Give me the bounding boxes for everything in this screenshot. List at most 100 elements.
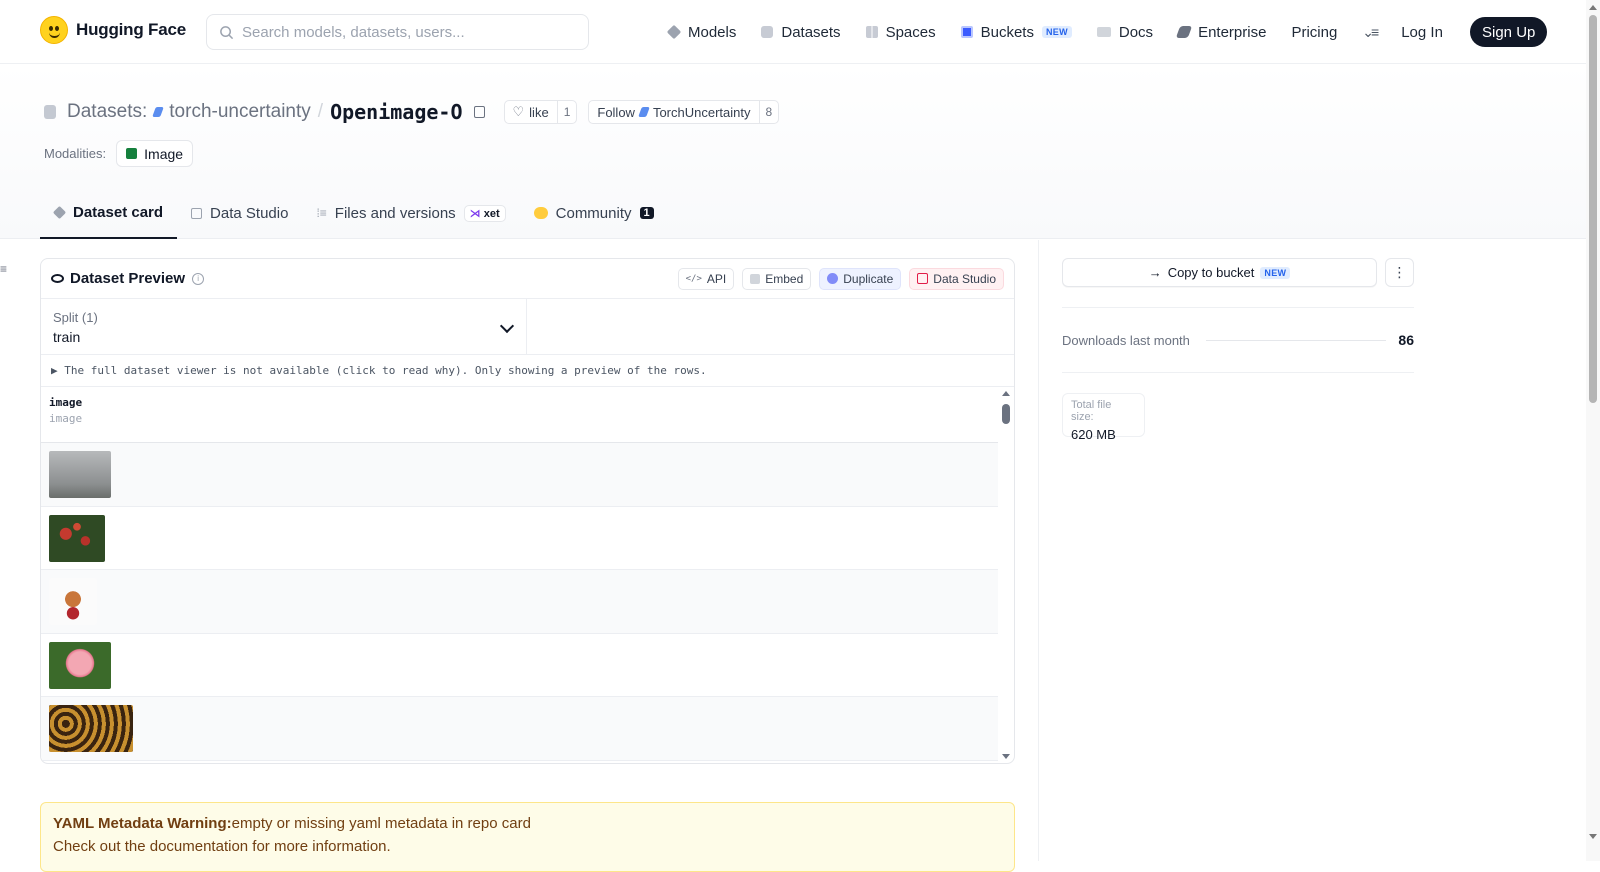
- follow-count: 8: [758, 101, 779, 123]
- more-menu-button[interactable]: ⌄≡: [1362, 23, 1379, 41]
- repo-header: Datasets: torch-uncertainty / Openimage-…: [0, 64, 1586, 239]
- nav-pricing-label: Pricing: [1291, 23, 1338, 41]
- tab-dataset-card[interactable]: Dataset card: [40, 187, 178, 239]
- data-studio-button[interactable]: Data Studio: [909, 267, 1004, 290]
- file-size-value: 620 MB: [1071, 427, 1116, 442]
- table-row[interactable]: [41, 443, 998, 507]
- duplicate-label: Duplicate: [843, 271, 894, 286]
- follow-org: TorchUncertainty: [652, 104, 751, 120]
- table-row[interactable]: [41, 570, 998, 634]
- column-name: image: [49, 396, 83, 409]
- nav-models[interactable]: Models: [666, 23, 737, 41]
- duplicate-button[interactable]: Duplicate: [819, 267, 902, 290]
- table-row[interactable]: [41, 697, 998, 761]
- data-studio-label: Data Studio: [933, 271, 996, 286]
- database-icon: [44, 105, 56, 119]
- more-vertical-icon: ⋮: [1392, 264, 1407, 280]
- api-button[interactable]: </> API: [677, 267, 735, 290]
- database-icon: [761, 26, 774, 38]
- table-row[interactable]: [41, 507, 998, 570]
- split-value: train: [53, 329, 81, 345]
- copy-to-bucket-button[interactable]: → Copy to bucket NEW: [1062, 258, 1377, 287]
- nav-models-label: Models: [688, 23, 737, 41]
- like-label: like: [529, 104, 549, 120]
- more-options-button[interactable]: ⋮: [1385, 258, 1414, 287]
- dataset-preview: Dataset Preview i </> API Embed Duplicate…: [40, 258, 1015, 764]
- nav-spaces-label: Spaces: [885, 23, 936, 41]
- nav-buckets[interactable]: Buckets NEW: [960, 24, 1072, 41]
- split-label: Split (1): [53, 310, 98, 325]
- sidebar-toggle-icon[interactable]: ≡: [0, 262, 7, 276]
- login-link[interactable]: Log In: [1401, 24, 1443, 41]
- nav-spaces[interactable]: Spaces: [865, 23, 936, 41]
- like-button[interactable]: ♡ like 1: [503, 100, 578, 124]
- spaces-icon: [865, 26, 878, 38]
- downloads-sparkline: [1205, 339, 1387, 341]
- viewer-notice[interactable]: ▶ The full dataset viewer is not availab…: [41, 355, 1014, 387]
- embed-icon: [750, 273, 761, 284]
- heart-icon: ♡: [512, 104, 525, 119]
- scroll-down-icon[interactable]: [1002, 754, 1010, 759]
- repo-type-label: Datasets:: [67, 101, 148, 122]
- embed-button[interactable]: Embed: [742, 267, 812, 290]
- nav-pricing[interactable]: Pricing: [1291, 24, 1337, 41]
- table-icon: [191, 207, 203, 219]
- org-icon: [638, 107, 650, 117]
- search-box[interactable]: [206, 14, 589, 50]
- hf-logo[interactable]: Hugging Face: [40, 16, 186, 44]
- search-input[interactable]: [242, 23, 572, 41]
- downloads-label: Downloads last month: [1062, 332, 1190, 348]
- tab-data-studio[interactable]: Data Studio: [177, 187, 302, 239]
- modality-image-chip[interactable]: Image: [116, 140, 194, 167]
- nav-enterprise[interactable]: Enterprise: [1175, 24, 1266, 41]
- downloads-value: 86: [1398, 332, 1414, 348]
- eye-icon: [51, 274, 64, 283]
- image-thumbnail[interactable]: [49, 641, 111, 689]
- repo-owner-link[interactable]: torch-uncertainty: [169, 101, 311, 123]
- tab-files[interactable]: ⁞≡ Files and versions ⋊ xet: [302, 187, 519, 239]
- modality-label: Image: [144, 145, 184, 162]
- scroll-down-icon[interactable]: [1589, 834, 1597, 839]
- info-icon[interactable]: i: [192, 272, 205, 285]
- tab-label: Data Studio: [210, 204, 289, 222]
- cube-icon: [666, 24, 682, 40]
- page-scrollbar-thumb[interactable]: [1589, 15, 1597, 403]
- brand-name: Hugging Face: [76, 20, 186, 39]
- arrow-right-icon: →: [1148, 265, 1162, 280]
- scroll-up-icon[interactable]: [1002, 391, 1010, 396]
- column-header[interactable]: image image: [41, 387, 998, 443]
- menu-icon: ⌄≡: [1362, 23, 1379, 40]
- yaml-warning: YAML Metadata Warning:empty or missing y…: [40, 802, 1015, 872]
- file-size-label: Total file size:: [1071, 399, 1112, 423]
- scrollbar-thumb[interactable]: [1002, 404, 1010, 424]
- image-thumbnail[interactable]: [49, 578, 97, 625]
- preview-header: Dataset Preview i </> API Embed Duplicate…: [41, 259, 1014, 299]
- downloads-row: Downloads last month 86: [1062, 308, 1414, 372]
- signup-button[interactable]: Sign Up: [1470, 17, 1548, 47]
- yaml-warning-title: YAML Metadata Warning:: [53, 815, 232, 832]
- scroll-up-icon[interactable]: [1589, 5, 1597, 10]
- page-scrollbar[interactable]: [1586, 0, 1600, 861]
- org-icon: [152, 107, 165, 117]
- tab-community[interactable]: Community 1: [520, 187, 668, 239]
- tab-label: Dataset card: [73, 203, 164, 221]
- community-count-badge: 1: [639, 207, 654, 219]
- nav-docs[interactable]: Docs: [1096, 24, 1153, 41]
- image-thumbnail[interactable]: [49, 514, 105, 562]
- nav-datasets[interactable]: Datasets: [761, 24, 841, 41]
- follow-button[interactable]: Follow TorchUncertainty 8: [588, 100, 780, 124]
- file-size-card: Total file size: 620 MB: [1062, 393, 1145, 442]
- divider: [1062, 372, 1414, 373]
- split-select[interactable]: Split (1) train: [41, 299, 527, 354]
- repo-separator: /: [317, 101, 324, 122]
- copy-icon[interactable]: [473, 106, 485, 118]
- image-thumbnail[interactable]: [49, 705, 133, 752]
- xet-badge: ⋊ xet: [463, 204, 506, 222]
- repo-name-link[interactable]: Openimage-O: [330, 100, 462, 124]
- image-thumbnail[interactable]: [49, 451, 111, 498]
- table-row[interactable]: [41, 634, 998, 697]
- preview-scrollbar[interactable]: [1001, 387, 1011, 763]
- book-icon: [1096, 27, 1111, 37]
- bucket-icon: [960, 26, 973, 38]
- table-rows: [41, 443, 1014, 761]
